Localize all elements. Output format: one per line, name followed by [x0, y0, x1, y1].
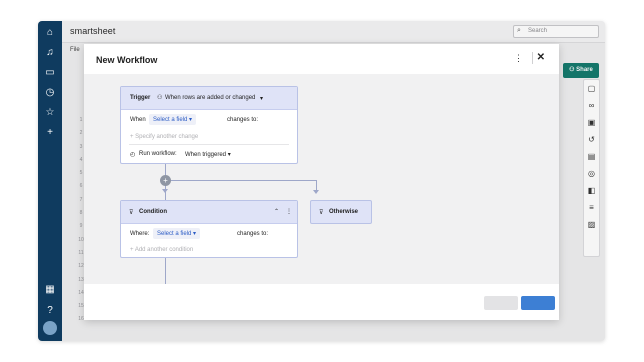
clock-icon: ◴ — [130, 152, 136, 158]
arrow-icon — [313, 190, 319, 194]
trigger-event-select[interactable]: When rows are added or changed — [165, 95, 255, 101]
dialog-title: New Workflow — [96, 55, 158, 65]
changes-to-label: changes to: — [227, 117, 259, 123]
filter-icon: ⊽ — [129, 210, 134, 216]
condition-header[interactable]: ⊽ Condition ⌃ ⋮ — [121, 201, 297, 224]
otherwise-label: Otherwise — [329, 209, 359, 215]
add-another-condition-link[interactable]: + Add another condition — [130, 247, 193, 253]
new-workflow-dialog: New Workflow ⋮ ✕ Trigger ⚇ When rows are… — [84, 44, 559, 320]
apps-grid-icon[interactable]: ▦ — [43, 283, 57, 297]
workflow-canvas[interactable]: Trigger ⚇ When rows are added or changed… — [84, 74, 559, 284]
filter-icon: ⊽ — [319, 210, 324, 216]
connector-line — [316, 180, 317, 190]
trigger-field-label: Select a field — [153, 117, 188, 123]
condition-block[interactable]: ⊽ Condition ⌃ ⋮ Where: Select a field ▾ … — [120, 200, 298, 258]
arrow-icon — [162, 189, 168, 193]
cancel-button[interactable] — [484, 296, 518, 310]
run-workflow-label: Run workflow: — [139, 151, 177, 157]
otherwise-block[interactable]: ⊽ Otherwise — [310, 200, 372, 224]
changes-to-label: changes to: — [237, 231, 269, 237]
avatar[interactable] — [43, 321, 57, 335]
home-icon[interactable]: ⌂ — [43, 26, 57, 40]
clock-icon[interactable]: ◷ — [43, 86, 57, 100]
run-workflow-select[interactable]: When triggered ▾ — [185, 151, 231, 158]
dialog-footer — [84, 284, 559, 320]
connector-line — [170, 180, 316, 181]
left-navigation: ⌂ ♫ ▭ ◷ ☆ + ▦ ? — [38, 21, 62, 341]
save-button[interactable] — [521, 296, 555, 310]
chevron-down-icon[interactable]: ▾ — [260, 95, 263, 102]
condition-field-select[interactable]: Select a field ▾ — [153, 228, 201, 239]
header-divider — [532, 52, 533, 64]
app-window: ⌂ ♫ ▭ ◷ ☆ + ▦ ? smartsheet ⌕ Search File… — [38, 21, 605, 341]
connector-line — [165, 258, 166, 284]
people-icon: ⚇ — [157, 95, 163, 101]
more-options-icon[interactable]: ⋮ — [286, 208, 292, 215]
when-label: When — [130, 117, 146, 123]
trigger-divider — [129, 144, 289, 145]
dialog-header: New Workflow ⋮ ✕ — [84, 44, 559, 74]
help-icon[interactable]: ? — [43, 304, 57, 318]
trigger-field-select[interactable]: Select a field ▾ — [149, 114, 197, 125]
condition-label: Condition — [139, 209, 167, 215]
specify-another-change-link[interactable]: + Specify another change — [130, 134, 198, 140]
chevron-up-icon[interactable]: ⌃ — [274, 208, 279, 215]
trigger-label: Trigger — [130, 95, 151, 101]
run-workflow-value: When triggered — [185, 152, 227, 158]
trigger-header[interactable]: Trigger ⚇ When rows are added or changed… — [121, 87, 297, 110]
add-step-button[interactable]: + — [160, 175, 171, 186]
star-icon[interactable]: ☆ — [43, 106, 57, 120]
more-options-icon[interactable]: ⋮ — [514, 53, 523, 64]
close-icon[interactable]: ✕ — [537, 52, 545, 63]
condition-field-label: Select a field — [157, 231, 192, 237]
where-label: Where: — [130, 231, 150, 237]
folder-icon[interactable]: ▭ — [43, 66, 57, 80]
bell-icon[interactable]: ♫ — [43, 46, 57, 60]
plus-icon[interactable]: + — [43, 126, 57, 140]
trigger-block[interactable]: Trigger ⚇ When rows are added or changed… — [120, 86, 298, 164]
